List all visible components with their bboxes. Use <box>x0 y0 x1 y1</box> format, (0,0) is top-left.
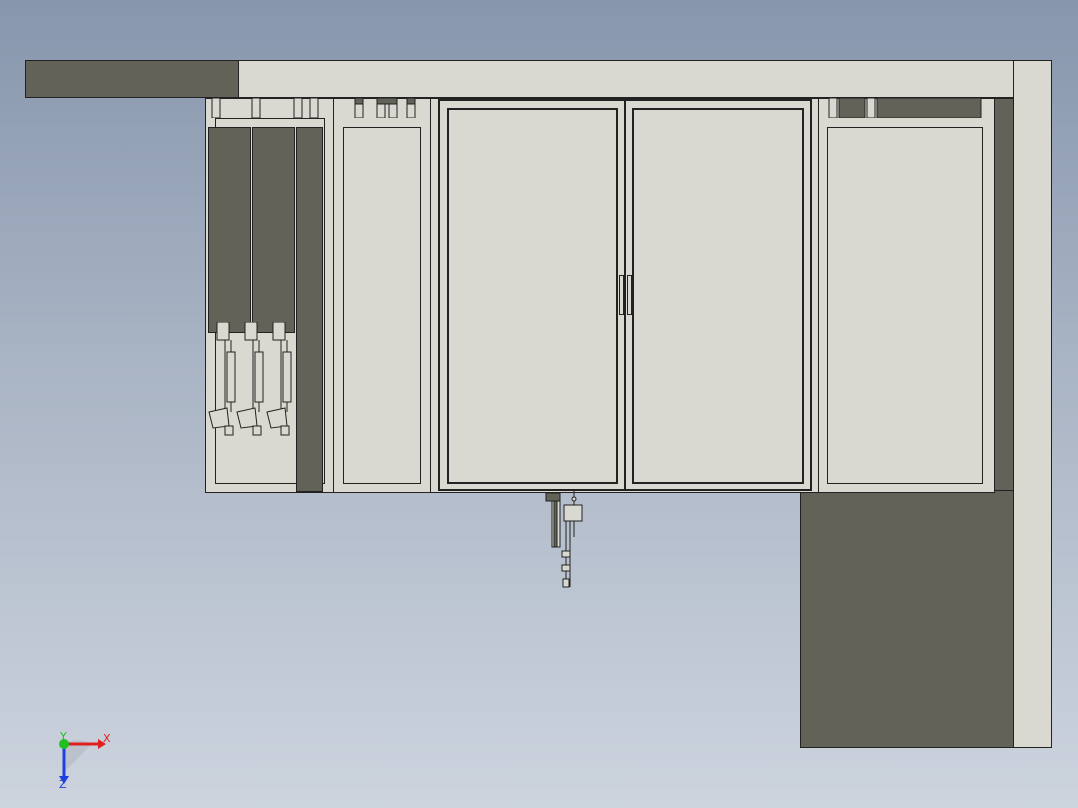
right-door-handle <box>627 275 632 315</box>
mechanism-drawing <box>545 491 583 588</box>
hanging-mechanism <box>542 491 587 591</box>
storage-bay-2 <box>252 127 295 333</box>
right-column-shadow <box>993 98 1014 493</box>
lower-right-block <box>800 490 1014 748</box>
triad-x-label: X <box>103 732 111 745</box>
storage-bay-3 <box>296 127 323 492</box>
top-beam-dark-segment <box>25 60 240 98</box>
triad-y-label: Y <box>60 730 67 743</box>
storage-bay-1 <box>208 127 251 333</box>
left-door-handle <box>619 275 624 315</box>
top-beam <box>238 60 1015 98</box>
triad-z-label: Z <box>59 778 67 791</box>
right-section-panel <box>827 127 983 484</box>
slats-drawing <box>211 97 319 119</box>
slats-drawing-3 <box>828 97 982 119</box>
tool-rack-drawing <box>208 321 292 436</box>
slats-drawing-2 <box>354 97 416 119</box>
right-door-panel <box>632 108 804 484</box>
divider-line <box>430 98 431 492</box>
section-2-slats <box>343 97 423 119</box>
right-column <box>1013 60 1052 748</box>
divider-line <box>818 98 819 492</box>
left-door-panel <box>447 108 618 484</box>
right-section-slats <box>825 97 985 119</box>
section-2-panel <box>343 127 421 484</box>
tool-rack <box>205 321 300 437</box>
door-split-line <box>624 99 626 491</box>
divider-line <box>333 98 334 492</box>
top-slats-left <box>208 97 323 119</box>
